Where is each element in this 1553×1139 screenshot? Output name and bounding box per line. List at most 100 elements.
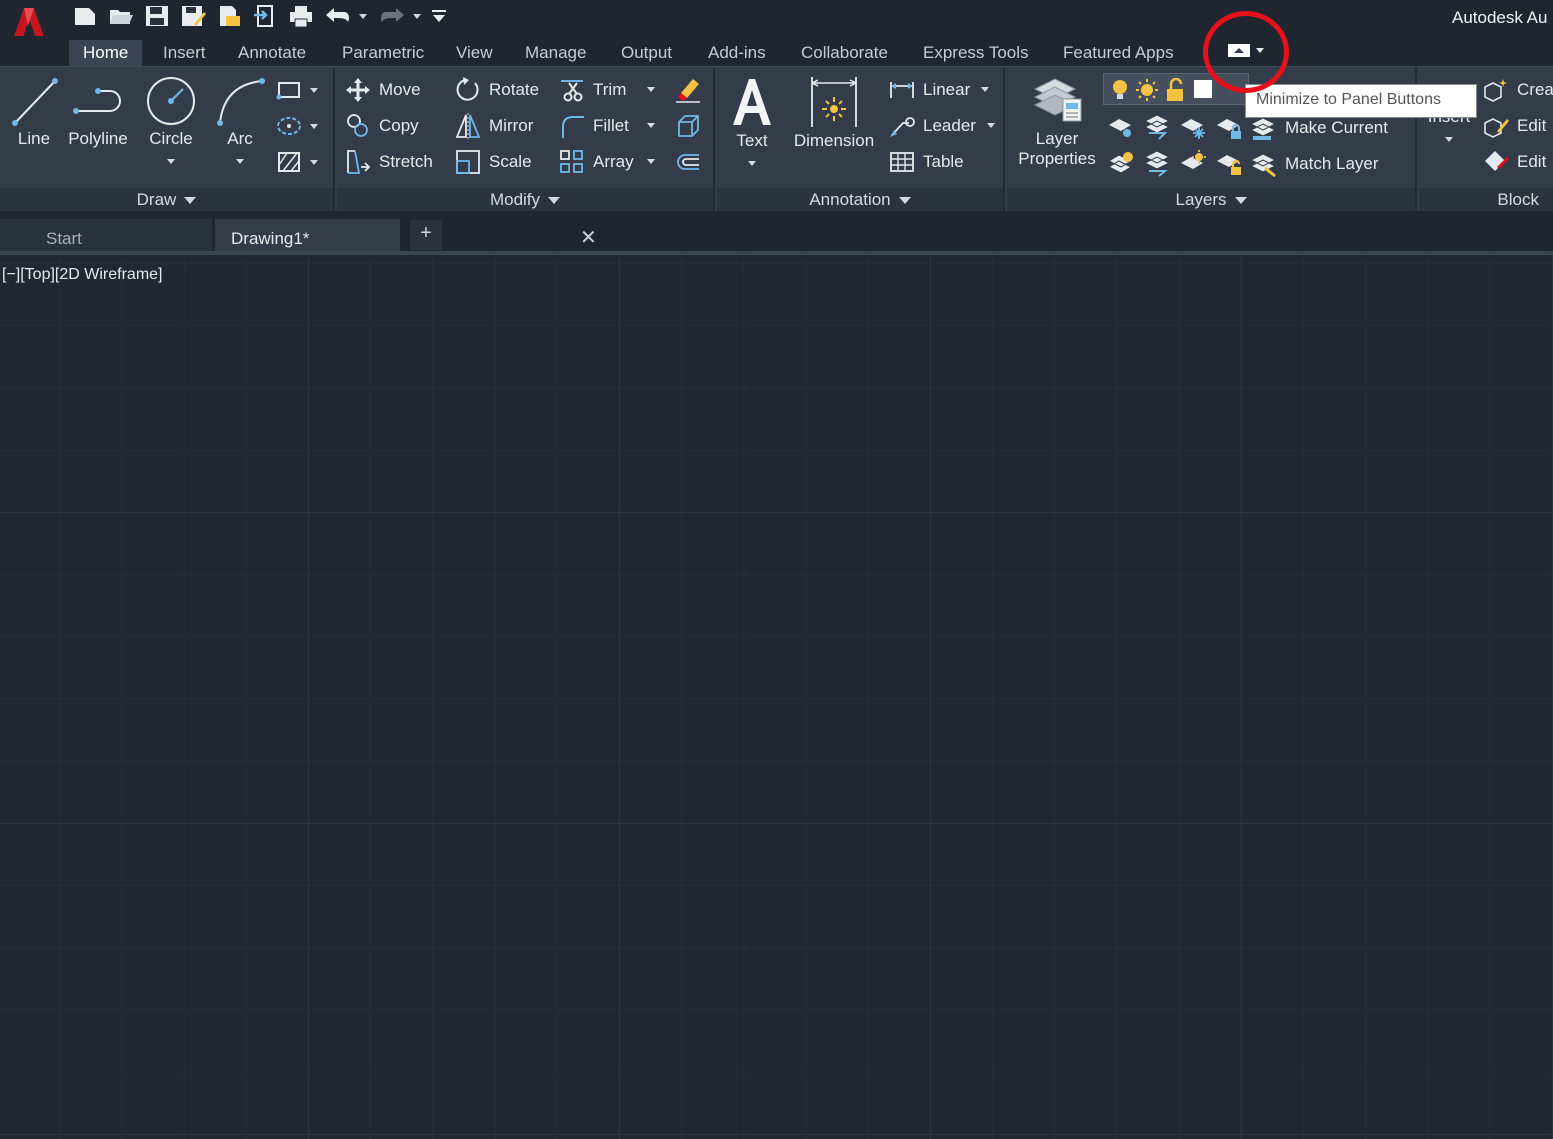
undo-icon[interactable] bbox=[324, 4, 352, 28]
scale-button[interactable]: Scale bbox=[455, 147, 532, 177]
rotate-icon bbox=[456, 77, 479, 101]
annotation-panel: Text Dimension Linear Leader Table Annot… bbox=[717, 67, 1005, 212]
edit-block-button[interactable]: Edit bbox=[1483, 111, 1546, 141]
tab-collaborate[interactable]: Collaborate bbox=[787, 40, 902, 66]
text-button[interactable]: Text bbox=[725, 73, 779, 171]
text-dropdown-icon[interactable] bbox=[748, 161, 756, 166]
insert-dropdown-icon[interactable] bbox=[1445, 137, 1453, 142]
hatch-button[interactable] bbox=[276, 147, 318, 177]
new-icon[interactable] bbox=[72, 4, 98, 28]
table-icon bbox=[890, 152, 914, 172]
edit-attribute-icon bbox=[1485, 151, 1509, 171]
layer-lock-icon[interactable] bbox=[1215, 113, 1243, 141]
offset-icon[interactable] bbox=[675, 149, 701, 175]
layer-freeze-icon[interactable] bbox=[1179, 113, 1207, 141]
erase-icon[interactable] bbox=[675, 77, 701, 103]
circle-dropdown-icon[interactable] bbox=[167, 159, 175, 164]
rectangle-icon bbox=[276, 82, 300, 100]
minimize-tooltip: Minimize to Panel Buttons bbox=[1245, 84, 1477, 118]
text-icon bbox=[733, 79, 771, 125]
tab-add-ins[interactable]: Add-ins bbox=[694, 40, 780, 66]
stretch-button[interactable]: Stretch bbox=[345, 147, 433, 177]
undo-dropdown-icon[interactable] bbox=[359, 14, 367, 19]
fillet-dropdown-icon[interactable] bbox=[647, 123, 655, 128]
mirror-icon bbox=[455, 113, 481, 139]
circle-icon bbox=[147, 77, 195, 125]
copy-button[interactable]: Copy bbox=[345, 111, 419, 141]
redo-dropdown-icon[interactable] bbox=[413, 14, 421, 19]
layer-thaw-icon[interactable] bbox=[1136, 78, 1158, 102]
layer-walk-icon[interactable] bbox=[1143, 149, 1171, 177]
file-tab-drawing1[interactable]: Drawing1* ✕ bbox=[215, 219, 597, 253]
tab-express-tools[interactable]: Express Tools bbox=[909, 40, 1043, 66]
rotate-button[interactable]: Rotate bbox=[455, 75, 539, 105]
new-tab-button[interactable]: + bbox=[410, 220, 442, 250]
draw-panel-title[interactable]: Draw bbox=[0, 188, 333, 212]
customize-icon[interactable] bbox=[430, 4, 448, 28]
layer-thaw-all-icon[interactable] bbox=[1179, 149, 1207, 177]
linear-dropdown-icon[interactable] bbox=[981, 87, 989, 92]
plot-preview-icon[interactable] bbox=[216, 4, 242, 28]
mirror-button[interactable]: Mirror bbox=[455, 111, 533, 141]
arc-dropdown-icon[interactable] bbox=[236, 159, 244, 164]
modify-panel-title[interactable]: Modify bbox=[337, 188, 713, 212]
close-tab-icon[interactable]: ✕ bbox=[580, 225, 597, 250]
open-icon[interactable] bbox=[108, 4, 134, 28]
layer-color-swatch[interactable] bbox=[1194, 80, 1212, 98]
linear-button[interactable]: Linear bbox=[889, 75, 970, 105]
save-as-icon[interactable] bbox=[180, 4, 206, 28]
move-button[interactable]: Move bbox=[345, 75, 421, 105]
tab-output[interactable]: Output bbox=[607, 40, 686, 66]
dimension-icon bbox=[811, 77, 857, 127]
match-layer-button[interactable]: Match Layer bbox=[1249, 149, 1379, 179]
leader-dropdown-icon[interactable] bbox=[987, 123, 995, 128]
block-panel-title[interactable]: Block bbox=[1419, 188, 1553, 212]
drawing-canvas[interactable]: [−][Top][2D Wireframe] bbox=[0, 255, 1553, 1139]
rectangle-button[interactable] bbox=[276, 75, 318, 105]
redo-icon bbox=[381, 8, 404, 22]
draw-panel: Line Polyline Circle Arc Draw bbox=[0, 67, 335, 212]
tab-home[interactable]: Home bbox=[69, 40, 143, 66]
layer-properties-icon bbox=[1033, 78, 1082, 122]
trim-button[interactable]: Trim bbox=[559, 75, 626, 105]
explode-icon[interactable] bbox=[675, 113, 701, 139]
viewport-controls[interactable]: [−][Top][2D Wireframe] bbox=[2, 266, 163, 284]
edit-attribute-button[interactable]: Edit bbox=[1483, 147, 1546, 177]
edit-block-icon bbox=[1484, 118, 1509, 138]
array-button[interactable]: Array bbox=[559, 147, 634, 177]
table-button[interactable]: Table bbox=[889, 147, 964, 177]
share-icon[interactable] bbox=[252, 4, 278, 28]
arc-button[interactable]: Arc bbox=[212, 73, 268, 169]
save-icon[interactable] bbox=[144, 4, 170, 28]
layers-panel-title[interactable]: Layers bbox=[1007, 188, 1415, 212]
layer-unlock-all-icon[interactable] bbox=[1215, 149, 1243, 177]
tab-parametric[interactable]: Parametric bbox=[328, 40, 438, 66]
trim-dropdown-icon[interactable] bbox=[647, 87, 655, 92]
annotation-panel-title[interactable]: Annotation bbox=[717, 188, 1003, 212]
tab-view[interactable]: View bbox=[442, 40, 507, 66]
circle-button[interactable]: Circle bbox=[143, 73, 199, 169]
file-tab-start[interactable]: Start bbox=[0, 219, 212, 253]
arc-icon bbox=[217, 78, 265, 126]
array-dropdown-icon[interactable] bbox=[647, 159, 655, 164]
tab-manage[interactable]: Manage bbox=[511, 40, 600, 66]
layer-isolate-icon[interactable] bbox=[1107, 113, 1135, 141]
layer-on-icon[interactable] bbox=[1110, 78, 1130, 102]
layer-match-properties-icon[interactable] bbox=[1143, 113, 1171, 141]
polyline-button[interactable]: Polyline bbox=[64, 73, 132, 149]
tab-featured-apps[interactable]: Featured Apps bbox=[1049, 40, 1188, 66]
tab-insert[interactable]: Insert bbox=[149, 40, 220, 66]
layer-properties-button[interactable]: Layer Properties bbox=[1011, 73, 1103, 169]
ellipse-button[interactable] bbox=[276, 111, 318, 141]
tab-annotate[interactable]: Annotate bbox=[224, 40, 320, 66]
create-block-button[interactable]: Crea bbox=[1483, 75, 1553, 105]
layer-unlock-icon[interactable] bbox=[1164, 78, 1186, 102]
modify-panel: Move Rotate Trim Copy Mirror Fillet Stre… bbox=[337, 67, 715, 212]
dimension-button[interactable]: Dimension bbox=[789, 73, 879, 151]
layer-on-all-icon[interactable] bbox=[1107, 149, 1135, 177]
print-icon[interactable] bbox=[288, 4, 314, 28]
fillet-button[interactable]: Fillet bbox=[559, 111, 629, 141]
stretch-icon bbox=[347, 150, 371, 174]
leader-button[interactable]: Leader bbox=[889, 111, 976, 141]
line-button[interactable]: Line bbox=[8, 73, 60, 149]
